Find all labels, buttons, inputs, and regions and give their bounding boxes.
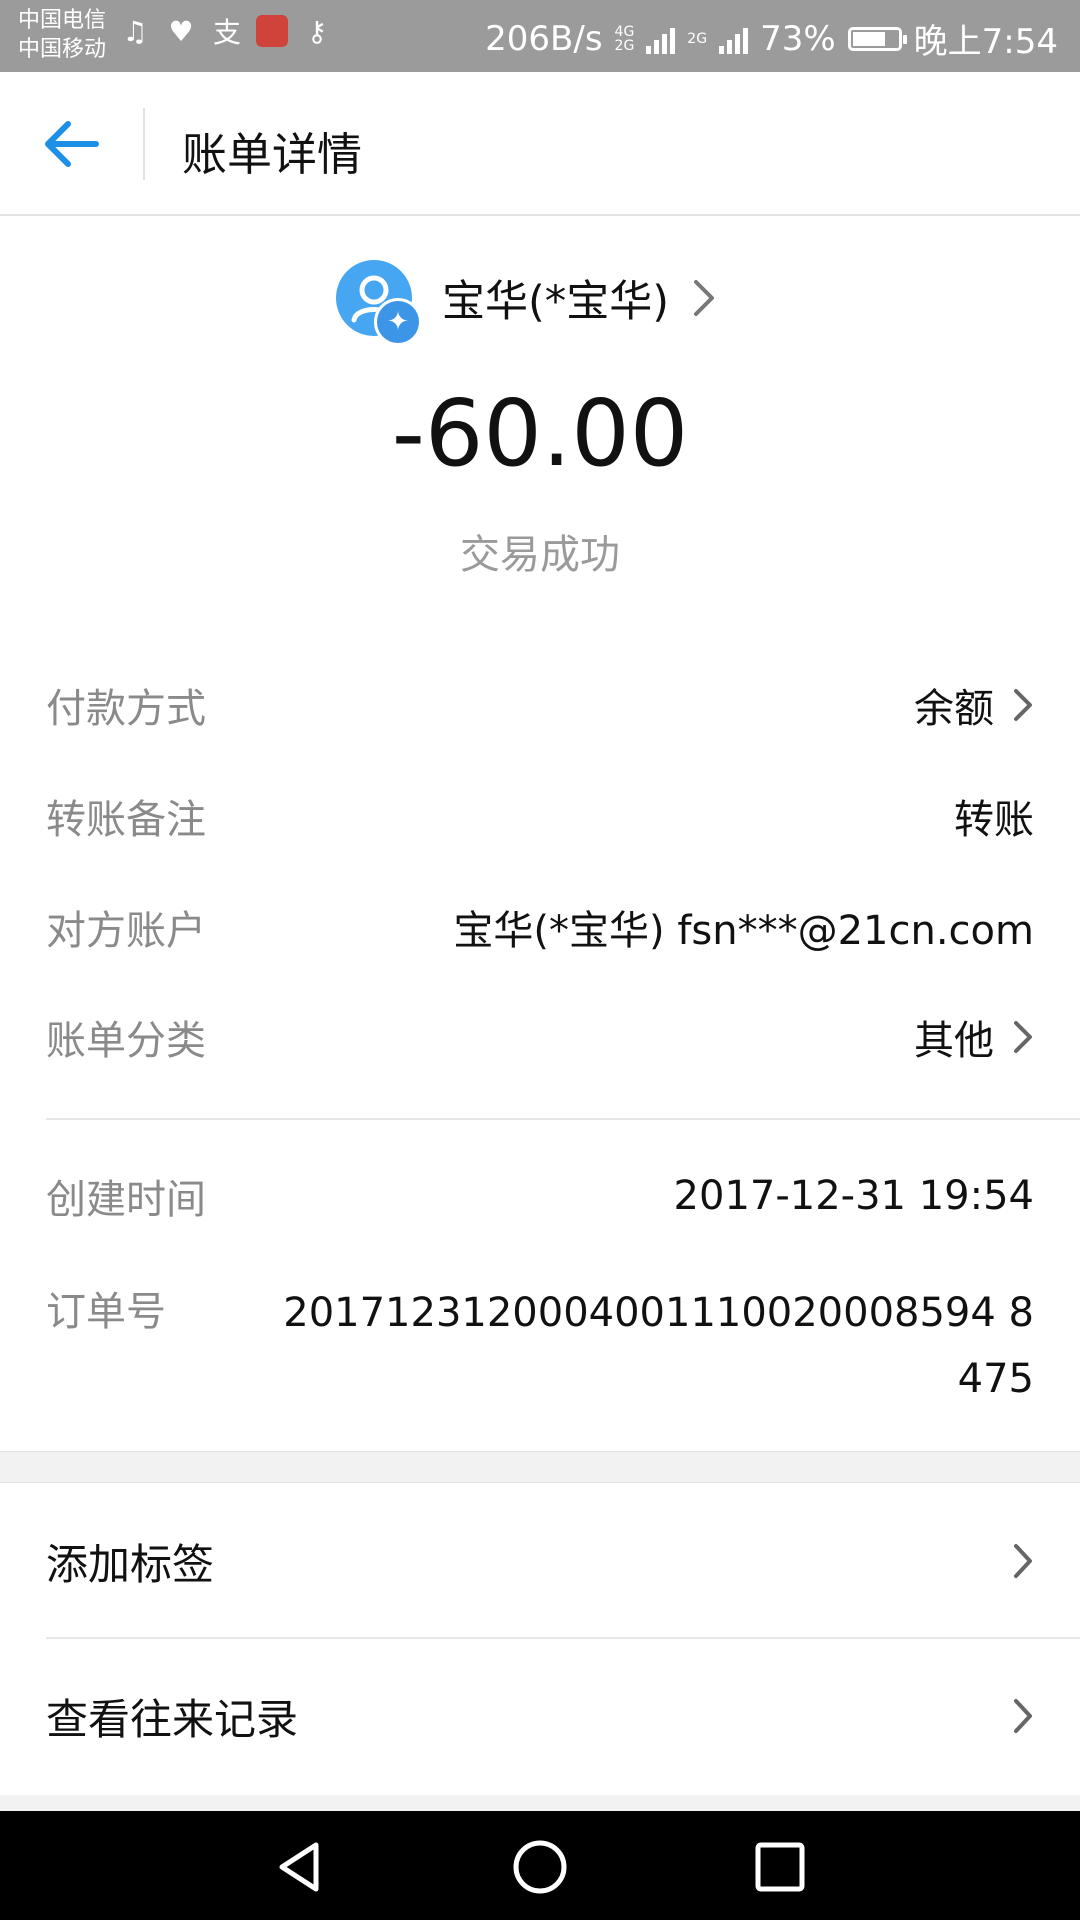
signal-icon-2	[719, 24, 749, 54]
nav-recents-icon[interactable]	[750, 1837, 810, 1897]
system-nav-bar	[0, 1811, 1080, 1920]
back-arrow-icon[interactable]	[42, 116, 102, 172]
status-right: 206B/s 4G 2G 2G 73% 晚上7:54	[485, 14, 1058, 63]
counterparty-label: 对方账户	[46, 908, 206, 954]
verified-badge-icon: ✦	[374, 298, 422, 346]
category-label: 账单分类	[46, 1018, 206, 1064]
section-divider	[46, 1118, 1080, 1120]
battery-percent: 73%	[760, 18, 836, 59]
network-type-2: 2G	[687, 30, 708, 47]
carrier-1: 中国电信	[18, 8, 107, 33]
chevron-right-icon	[1014, 1699, 1032, 1733]
payment-method-value: 余额	[914, 686, 994, 732]
counterparty-value: 宝华(*宝华) fsn***@21cn.com	[453, 908, 1034, 954]
remark-row: 转账备注 转账	[46, 786, 1034, 846]
alipay-icon: 支	[212, 16, 241, 49]
payment-method-label: 付款方式	[46, 686, 206, 732]
carrier-2: 中国移动	[18, 37, 107, 62]
chevron-right-icon	[1014, 689, 1032, 721]
payment-method-row[interactable]: 付款方式 余额	[46, 675, 1034, 735]
header-divider	[143, 108, 145, 180]
app-header: 账单详情	[0, 72, 1080, 216]
network-type-1: 4G 2G	[614, 23, 635, 54]
category-value: 其他	[914, 1018, 994, 1064]
health-heart-icon: ♥	[168, 14, 194, 48]
transaction-amount: -60.00	[391, 380, 689, 487]
chevron-right-icon	[1014, 1021, 1032, 1053]
view-history-label: 查看往来记录	[46, 1694, 299, 1744]
add-tag-label: 添加标签	[46, 1539, 215, 1589]
order-number-value: 2017123120004001110020008594 8475	[283, 1290, 1034, 1402]
chevron-right-icon	[1014, 1544, 1032, 1578]
created-time-value: 2017-12-31 19:54	[673, 1173, 1034, 1219]
music-icon: ♫	[122, 14, 148, 48]
payee-link[interactable]: ✦ 宝华(*宝华)	[336, 260, 717, 346]
avatar: ✦	[336, 260, 422, 346]
status-bar: 中国电信 中国移动 ♫ ♥ 支 ⚷ 206B/s 4G 2G 2G 73% 晚上7…	[0, 0, 1080, 72]
add-tag-row[interactable]: 添加标签	[46, 1521, 1034, 1601]
page-title: 账单详情	[182, 128, 363, 181]
clock: 晚上7:54	[913, 22, 1058, 62]
payee-name: 宝华(*宝华)	[442, 277, 670, 327]
remark-label: 转账备注	[46, 797, 206, 843]
transaction-status: 交易成功	[460, 532, 620, 578]
counterparty-row: 对方账户 宝华(*宝华) fsn***@21cn.com	[46, 897, 1034, 957]
carrier-info: 中国电信 中国移动	[18, 6, 106, 64]
key-icon: ⚷	[306, 14, 328, 48]
created-time-row: 创建时间 2017-12-31 19:54	[46, 1166, 1034, 1226]
section-gap	[0, 1451, 1080, 1483]
nav-back-icon[interactable]	[270, 1837, 330, 1897]
category-row[interactable]: 账单分类 其他	[46, 1007, 1034, 1067]
bottom-spacer	[0, 1795, 1080, 1811]
nav-home-icon[interactable]	[510, 1837, 570, 1897]
created-time-label: 创建时间	[46, 1177, 206, 1223]
notification-icons: ♫ ♥ 支 ⚷	[118, 14, 334, 50]
signal-icon-1	[646, 24, 676, 54]
order-number-label: 订单号	[46, 1289, 166, 1335]
remark-value: 转账	[954, 797, 1034, 843]
chevron-right-icon	[694, 280, 715, 316]
huawei-app-icon	[256, 15, 288, 47]
network-speed: 206B/s	[485, 18, 603, 59]
view-history-row[interactable]: 查看往来记录	[46, 1676, 1034, 1756]
action-divider	[46, 1637, 1080, 1639]
battery-icon	[847, 26, 907, 51]
